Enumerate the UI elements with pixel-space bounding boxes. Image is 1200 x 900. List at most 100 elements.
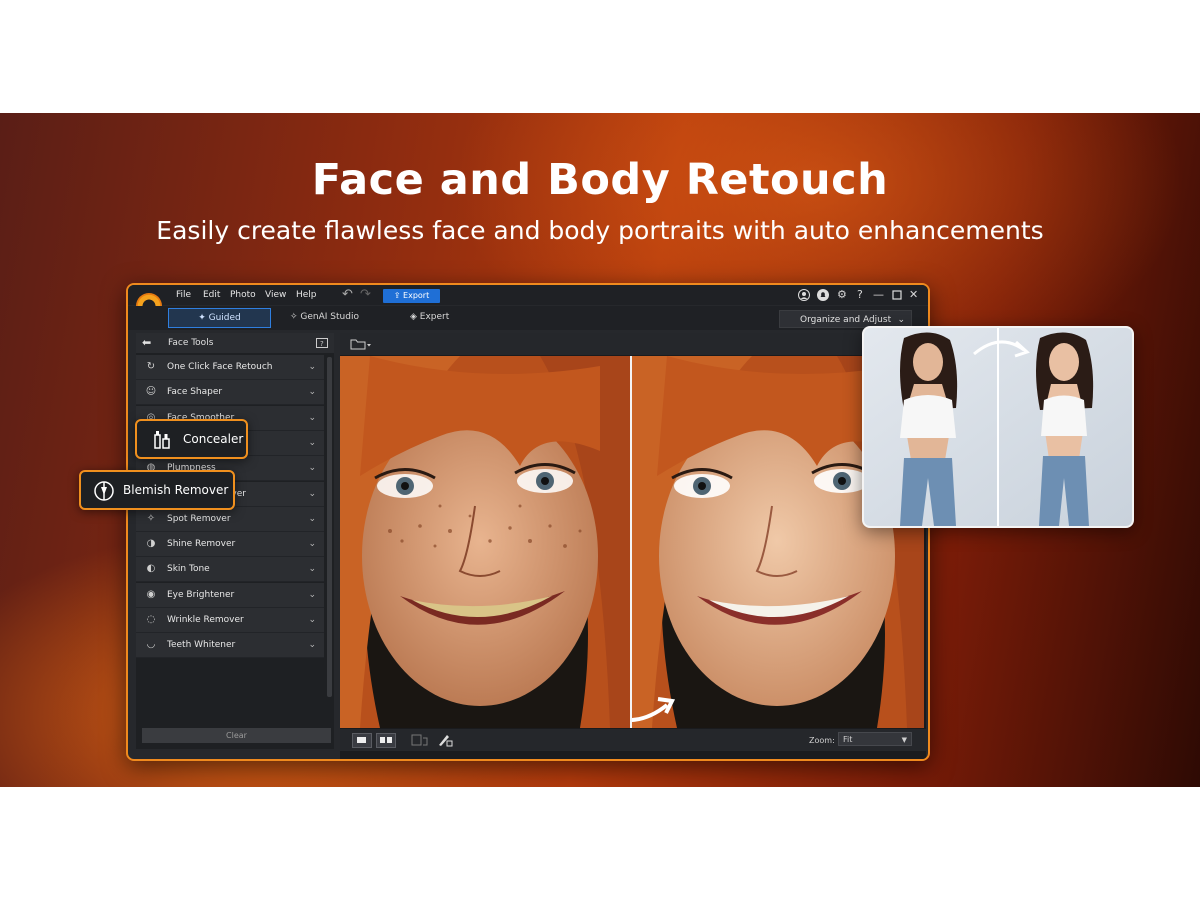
chevron-down-icon: ⌄ [308, 463, 316, 474]
tool-label: Face Shaper [167, 387, 223, 398]
before-after-icon[interactable] [411, 734, 429, 747]
sparkle-icon: ✧ [290, 312, 301, 322]
minimize-icon[interactable]: — [873, 288, 884, 301]
tool-row-eye-brightener[interactable]: ◉ Eye Brightener ⌄ [136, 582, 324, 608]
chevron-down-icon: ⌄ [308, 412, 316, 423]
refresh-face-icon: ↻ [146, 361, 156, 372]
tab-guided-label: Guided [208, 313, 241, 323]
help-video-icon[interactable]: ? [316, 338, 328, 348]
workspace-select-value: Organize and Adjust [800, 315, 892, 325]
blemish-remover-callout: Blemish Remover [79, 470, 235, 510]
compare-view-icon [380, 737, 385, 743]
export-label: Export [403, 291, 430, 300]
hero-banner: Face and Body Retouch Easily create flaw… [0, 113, 1200, 787]
blemish-icon [94, 481, 114, 501]
tab-expert-label: Expert [419, 312, 450, 322]
tool-row-shine-remover[interactable]: ◑ Shine Remover ⌄ [136, 532, 324, 558]
folder-icon[interactable] [350, 338, 372, 350]
eye-icon: ◉ [146, 588, 156, 600]
layers-icon: ◈ [410, 312, 420, 322]
export-button[interactable]: ⇪ Export [383, 289, 440, 303]
chevron-down-icon: ⌄ [308, 387, 316, 398]
back-arrow-icon[interactable]: ⬅ [142, 333, 151, 353]
compare-view-button[interactable] [376, 733, 396, 748]
tab-expert[interactable]: ◈ Expert [410, 308, 449, 326]
brush-icon[interactable] [437, 733, 453, 747]
redo-icon[interactable]: ↷ [360, 287, 371, 302]
panel-scrollbar[interactable] [327, 357, 332, 697]
title-bar: File Edit Photo View Help ↶ ↷ ⇪ Export ⚙… [128, 285, 928, 305]
tool-label: Skin Tone [167, 564, 210, 575]
menu-photo[interactable]: Photo [230, 290, 256, 300]
account-icon[interactable] [798, 289, 810, 301]
panel-title: Face Tools [168, 338, 214, 348]
tool-label: Spot Remover [167, 513, 231, 524]
zoom-select[interactable]: Fit ▼ [838, 732, 912, 746]
help-icon[interactable]: ? [857, 288, 863, 301]
tab-genai-studio[interactable]: ✧ GenAI Studio [290, 308, 359, 326]
wrinkle-icon: ◌ [146, 614, 156, 625]
body-compare-card [862, 326, 1134, 528]
canvas-area: Zoom: Fit ▼ [340, 333, 926, 759]
hero-subtitle: Easily create flawless face and body por… [156, 216, 1044, 245]
before-photo [340, 356, 630, 728]
chevron-down-icon: ⌄ [308, 539, 316, 550]
tool-label: One Click Face Retouch [167, 362, 273, 372]
menu-edit[interactable]: Edit [203, 290, 220, 300]
chevron-down-icon: ⌄ [308, 615, 316, 625]
skin-tone-icon: ◐ [146, 563, 156, 575]
tool-row-one-click-face-retouch[interactable]: ↻ One Click Face Retouch ⌄ [136, 355, 324, 380]
chevron-down-icon: ⌄ [308, 437, 316, 448]
spot-icon: ✧ [146, 512, 156, 524]
tool-row-wrinkle-remover[interactable]: ◌ Wrinkle Remover ⌄ [136, 608, 324, 633]
tab-guided[interactable]: ✦ Guided [168, 308, 271, 328]
blemish-callout-label: Blemish Remover [123, 483, 229, 497]
single-view-button[interactable] [352, 733, 372, 748]
zoom-value: Fit [843, 735, 853, 744]
chevron-down-icon: ⌄ [308, 513, 316, 524]
dropdown-arrow-icon: ▼ [901, 736, 907, 744]
tab-genai-label: GenAI Studio [300, 312, 359, 322]
tool-row-spot-remover[interactable]: ✧ Spot Remover ⌄ [136, 506, 324, 532]
compare-view-icon-right [387, 737, 392, 743]
undo-icon[interactable]: ↶ [342, 287, 353, 302]
export-icon: ⇪ [393, 291, 404, 300]
tool-label: Wrinkle Remover [167, 615, 244, 625]
tool-label: Shine Remover [167, 539, 236, 550]
tool-row-teeth-whitener[interactable]: ◡ Teeth Whitener ⌄ [136, 633, 324, 659]
single-view-icon [357, 737, 366, 743]
tool-row-skin-tone[interactable]: ◐ Skin Tone ⌄ [136, 557, 324, 583]
concealer-callout: Concealer [135, 419, 248, 459]
face-shaper-icon: ☺ [145, 386, 157, 398]
teeth-icon: ◡ [146, 639, 156, 651]
concealer-callout-label: Concealer [183, 432, 244, 446]
shine-icon: ◑ [146, 538, 156, 550]
wand-icon: ✦ [198, 313, 209, 323]
face-tools-panel: ⬅ Face Tools ? ↻ One Click Face Retouch ⌄ ☺… [136, 333, 334, 749]
svg-text:?: ? [320, 340, 324, 348]
concealer-icon [154, 431, 170, 449]
clear-button[interactable]: Clear [142, 728, 331, 743]
hero-title: Face and Body Retouch [311, 155, 889, 205]
menu-view[interactable]: View [265, 290, 286, 300]
close-icon[interactable]: ✕ [909, 288, 918, 301]
app-window: File Edit Photo View Help ↶ ↷ ⇪ Export ⚙… [126, 283, 930, 761]
maximize-icon[interactable] [892, 290, 902, 300]
panel-header: ⬅ Face Tools ? [136, 333, 334, 353]
chevron-down-icon: ⌄ [308, 640, 316, 651]
body-compare-image [864, 328, 1132, 526]
notification-icon[interactable] [817, 289, 829, 301]
zoom-label: Zoom: [809, 736, 835, 745]
canvas-toolbar [340, 333, 926, 355]
chevron-down-icon: ⌄ [308, 362, 316, 372]
tool-row-face-shaper[interactable]: ☺ Face Shaper ⌄ [136, 380, 324, 406]
chevron-down-icon: ⌄ [308, 589, 316, 600]
menu-help[interactable]: Help [296, 290, 317, 300]
tool-label: Eye Brightener [167, 589, 235, 600]
menu-file[interactable]: File [176, 290, 191, 300]
gear-icon[interactable]: ⚙ [837, 288, 847, 301]
compare-arrow-icon [632, 697, 676, 722]
chevron-down-icon: ⌄ [308, 488, 316, 499]
tool-label: Teeth Whitener [167, 640, 236, 651]
chevron-down-icon: ⌄ [308, 564, 316, 575]
